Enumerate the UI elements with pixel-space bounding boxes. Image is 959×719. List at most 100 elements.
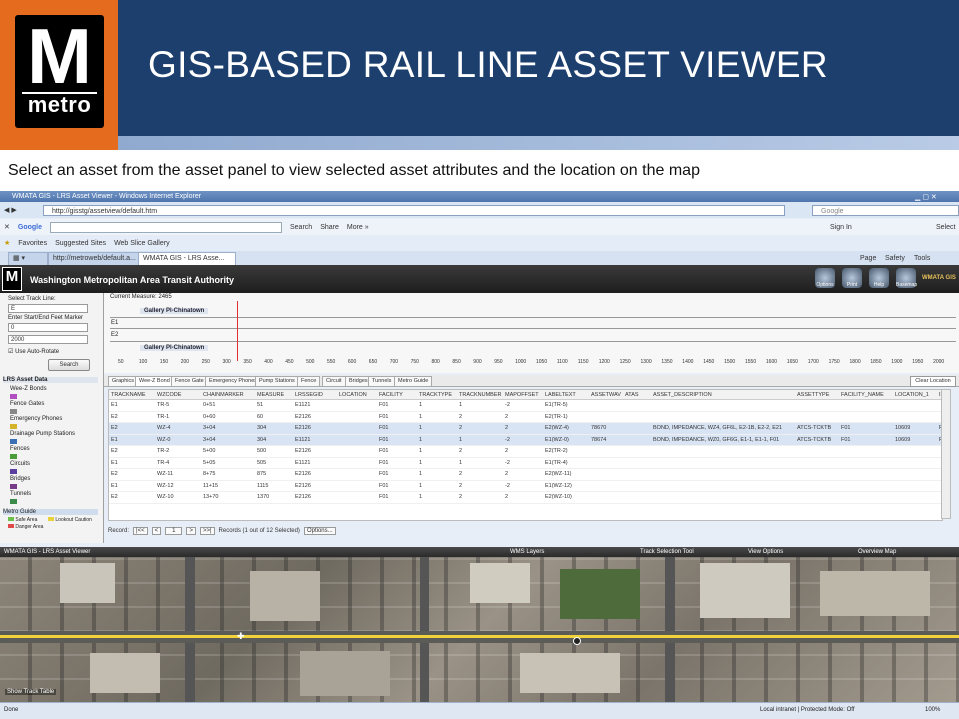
table-row[interactable]: E2 WZ-11 8+75 875 E2126 F01 1 2 2 E2(WZ-11)	[109, 468, 942, 481]
search-button[interactable]: Search	[48, 359, 90, 371]
table-row[interactable]: E2 TR-1 0+60 60 E2126 F01 1 2 2 E2(TR-1)	[109, 411, 942, 423]
column-header[interactable]: WZCODE	[155, 390, 201, 400]
browser-search-input[interactable]: Google	[812, 205, 959, 216]
options-menu-button[interactable]: Options...	[303, 527, 336, 535]
table-cell	[337, 480, 377, 492]
checkbox-icon[interactable]: ☑	[8, 349, 13, 355]
table-row[interactable]: E1 WZ-12 11+15 1115 E2126 F01 1 2 -2 E1(WZ-12)	[109, 480, 942, 492]
map-street	[665, 557, 675, 702]
tools-menu[interactable]: Tools	[914, 255, 930, 262]
column-header[interactable]: MEASURE	[255, 390, 293, 400]
column-header[interactable]: LOCATION_1	[893, 390, 937, 400]
rail-line-overlay[interactable]	[0, 635, 959, 638]
view-options-button[interactable]: View Options	[748, 547, 783, 557]
table-cell: E1121	[293, 399, 337, 412]
table-cell	[651, 411, 795, 423]
table-row[interactable]: E1 TR-5 0+51 51 E1121 F01 1 1 -2 E1(TR-5)	[109, 399, 942, 412]
prev-record-button[interactable]: <	[151, 527, 162, 535]
google-select[interactable]: Select	[936, 224, 955, 231]
table-cell: TR-2	[155, 445, 201, 458]
options-button[interactable]: Options	[815, 268, 835, 288]
google-sign-in[interactable]: Sign In	[830, 224, 852, 231]
safety-menu[interactable]: Safety	[885, 255, 905, 262]
station-label-top[interactable]: Gallery Pl-Chinatown	[140, 308, 209, 314]
window-controls[interactable]: ▁ ▢ ✕	[915, 193, 937, 201]
asset-tab[interactable]: Graphics	[108, 376, 139, 387]
next-record-button[interactable]: >	[186, 527, 196, 535]
table-row[interactable]: E1 TR-4 5+05 505 E1121 F01 1 1 -2 E1(TR-4)	[109, 457, 942, 469]
wms-layers-button[interactable]: WMS Layers	[510, 547, 544, 557]
asset-tab[interactable]: Emergency Phones	[205, 376, 261, 387]
column-header[interactable]: LABELTEXT	[543, 390, 589, 400]
print-button[interactable]: Print	[842, 268, 862, 288]
table-row[interactable]: E2 WZ-4 3+04 304 E2126 F01 1 2 2 E2(WZ-4) 78670 BON…	[109, 422, 942, 435]
column-header[interactable]: LOCATION	[337, 390, 377, 400]
table-cell: F01	[839, 422, 893, 435]
show-track-table-link[interactable]: Show Track Table	[5, 689, 57, 695]
asset-marker-icon[interactable]: ✚	[237, 630, 245, 642]
table-cell: ATCS-TCKTB	[795, 422, 839, 435]
end-marker-input[interactable]: 2000	[8, 335, 88, 344]
address-bar[interactable]: http://gisstg/assetview/default.htm	[43, 205, 785, 216]
back-forward-icon[interactable]: ◀ ▶	[4, 206, 17, 214]
ruler-tick-label: 100	[138, 359, 148, 365]
column-header[interactable]: ASSETWAV	[589, 390, 623, 400]
table-cell: 1	[457, 399, 503, 412]
table-cell: 304	[255, 422, 293, 435]
column-header[interactable]: LRSSEGID	[293, 390, 337, 400]
asset-tab[interactable]: Metro Guide	[394, 376, 433, 387]
asset-tab[interactable]: Tunnels	[368, 376, 396, 387]
current-record-input[interactable]: 1	[165, 527, 183, 535]
column-header[interactable]: FACILITY_NAME	[839, 390, 893, 400]
track-line-select[interactable]: E	[8, 304, 88, 313]
column-header[interactable]: MAPOFFSET	[503, 390, 543, 400]
column-header[interactable]: TRACKTYPE	[417, 390, 457, 400]
ruler-tick-label: 950	[494, 359, 503, 365]
ruler-tick-label: 800	[431, 359, 440, 365]
first-record-button[interactable]: |<<	[133, 527, 148, 535]
column-header[interactable]: TRACKNAME	[109, 390, 155, 400]
station-label-bottom[interactable]: Gallery Pl-Chinatown	[140, 345, 209, 351]
table-row[interactable]: E1 WZ-0 3+04 304 E1121 F01 1 1 -2 E1(WZ-0) 78674 BO…	[109, 434, 942, 446]
table-cell: E2(TR-1)	[543, 411, 589, 423]
google-share-button[interactable]: Share	[320, 224, 339, 231]
tab-metroweb[interactable]: http://metroweb/default.a...	[48, 252, 140, 266]
page-menu[interactable]: Page	[860, 255, 876, 262]
asset-tab[interactable]: Pump Stations	[255, 376, 299, 387]
close-toolbar-icon[interactable]: ✕	[4, 223, 10, 231]
column-header[interactable]: TRACKNUMBER	[457, 390, 503, 400]
legend-swatch	[10, 394, 17, 399]
table-cell	[651, 468, 795, 481]
column-header[interactable]: CHAINMARKER	[201, 390, 255, 400]
asset-tab[interactable]: Wee-Z Bond	[135, 376, 174, 386]
google-search-input[interactable]	[50, 221, 282, 233]
column-header[interactable]: FACILITY	[377, 390, 417, 400]
column-header[interactable]: ASSETTYPE	[795, 390, 839, 400]
last-record-button[interactable]: >>|	[199, 527, 215, 535]
asset-tab[interactable]: Fence Gate	[171, 376, 208, 387]
tab-grid-icon[interactable]: ▦ ▾	[8, 252, 48, 266]
table-cell	[623, 434, 651, 446]
table-row[interactable]: E2 TR-2 5+00 500 E2126 F01 1 2 2 E2(TR-2)	[109, 445, 942, 458]
asset-tab[interactable]: Circuit	[322, 376, 346, 387]
track-selection-tool-button[interactable]: Track Selection Tool	[640, 547, 694, 557]
column-header[interactable]: ATAS	[623, 390, 651, 400]
suggested-sites-link[interactable]: Suggested Sites	[55, 240, 106, 247]
overview-map-button[interactable]: Overview Map	[858, 547, 896, 557]
help-button[interactable]: Help	[869, 268, 889, 288]
table-scrollbar[interactable]	[941, 389, 951, 519]
basemap-button[interactable]: Basemap	[896, 268, 917, 288]
clear-location-button[interactable]: Clear Location	[910, 376, 956, 387]
zoom-level[interactable]: 100%	[925, 707, 940, 713]
favorites-button[interactable]: Favorites	[18, 240, 47, 247]
tab-asset-viewer[interactable]: WMATA GIS - LRS Asse...	[138, 252, 236, 266]
google-search-button[interactable]: Search	[290, 224, 312, 231]
auto-rotate-checkbox[interactable]: ☑ Use Auto-Rotate	[8, 348, 59, 355]
column-header[interactable]: ASSET_DESCRIPTION	[651, 390, 795, 400]
web-slice-gallery-link[interactable]: Web Slice Gallery	[114, 240, 170, 247]
station-marker-icon[interactable]	[573, 637, 581, 645]
table-row[interactable]: E2 WZ-10 13+70 1370 E2126 F01 1 2 2 E2(WZ-10)	[109, 491, 942, 504]
start-marker-input[interactable]: 0	[8, 323, 88, 332]
google-more-button[interactable]: More »	[347, 224, 369, 231]
asset-tab[interactable]: Fence	[297, 376, 321, 387]
